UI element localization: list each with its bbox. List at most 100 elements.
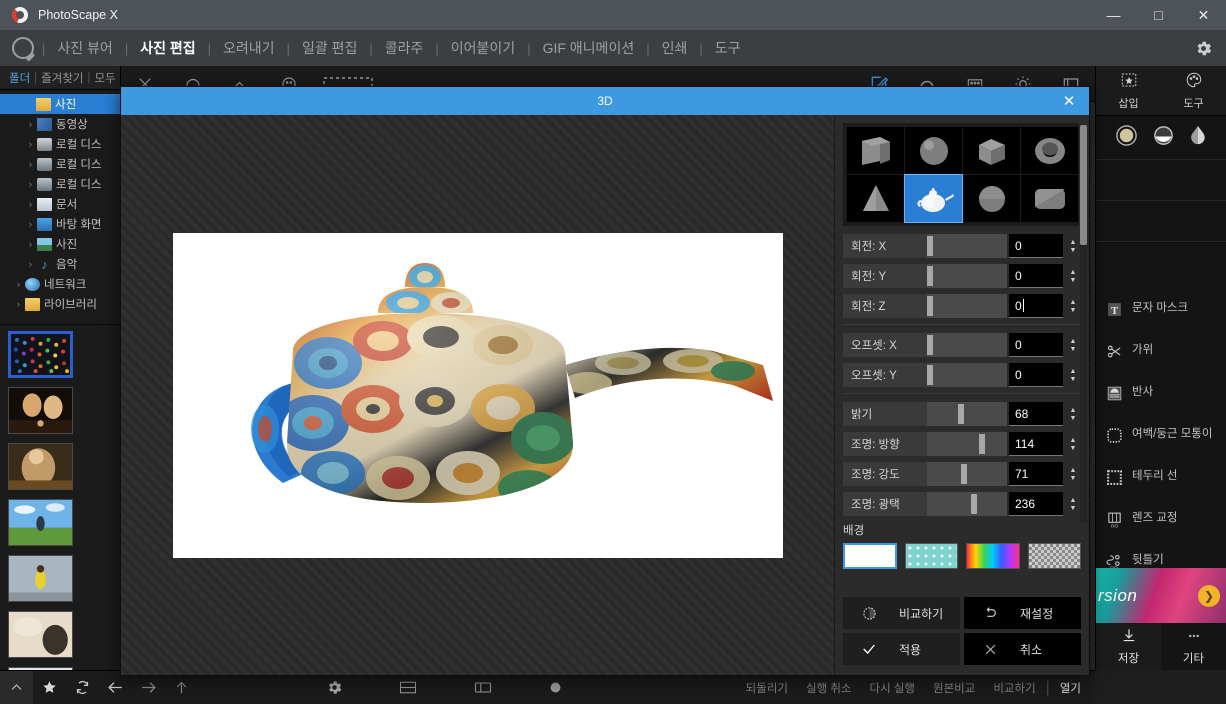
rotate-z-spinner[interactable]: ▲ ▼: [1065, 299, 1081, 314]
promo-next-arrow-icon[interactable]: ❯: [1198, 584, 1220, 607]
shape-rounded-rect[interactable]: [1021, 175, 1078, 222]
spinner-up-icon[interactable]: ▲: [1070, 239, 1077, 246]
redo-link[interactable]: 다시 실행: [862, 680, 924, 696]
thumbnail-children-candles[interactable]: [8, 387, 73, 434]
water-drop-icon[interactable]: [1189, 124, 1207, 152]
spinner-up-icon[interactable]: ▲: [1070, 407, 1077, 414]
tab-all[interactable]: 모두: [92, 70, 119, 86]
reset-button[interactable]: 재설정: [964, 597, 1081, 629]
spinner-up-icon[interactable]: ▲: [1070, 497, 1077, 504]
menu-item-cutout[interactable]: 오려내기: [213, 34, 285, 62]
thumbnail-mosaic[interactable]: [8, 331, 73, 378]
menu-item-batch-edit[interactable]: 일괄 편집: [292, 34, 367, 62]
rotate-x-thumb[interactable]: [927, 236, 933, 256]
tree-item-videos[interactable]: › 동영상: [0, 114, 120, 134]
spinner-down-icon[interactable]: ▼: [1070, 346, 1077, 353]
rotate-z-thumb[interactable]: [927, 296, 933, 316]
controls-scrollbar-thumb[interactable]: [1080, 125, 1087, 245]
rotate-x-spinner[interactable]: ▲ ▼: [1065, 239, 1081, 254]
brightness-thumb[interactable]: [958, 404, 964, 424]
light-gloss-track[interactable]: [927, 492, 1007, 516]
tab-tools[interactable]: 도구: [1161, 66, 1226, 115]
tree-item-music[interactable]: › ♪ 음악: [0, 254, 120, 274]
spinner-down-icon[interactable]: ▼: [1070, 475, 1077, 482]
chevron-right-icon[interactable]: ›: [24, 199, 37, 209]
bg-dots-teal-swatch[interactable]: [904, 543, 959, 569]
offset-y-thumb[interactable]: [927, 365, 933, 385]
shape-torus[interactable]: [1021, 127, 1078, 174]
thumbnail-field-jump[interactable]: [8, 499, 73, 546]
tree-item-documents[interactable]: › 문서: [0, 194, 120, 214]
thumbnail-beach[interactable]: [8, 611, 73, 658]
rotate-z-slider[interactable]: 회전: Z: [843, 294, 1007, 318]
tab-insert[interactable]: 삽입: [1096, 66, 1161, 115]
brightness-track[interactable]: [927, 402, 1007, 426]
shape-sphere[interactable]: [905, 127, 962, 174]
spinner-up-icon[interactable]: ▲: [1070, 437, 1077, 444]
spinner-down-icon[interactable]: ▼: [1070, 307, 1077, 314]
menu-item-collage[interactable]: 콜라주: [375, 34, 434, 62]
tree-item-photos-selected[interactable]: 사진: [0, 94, 120, 114]
menu-item-tools[interactable]: 도구: [705, 34, 751, 62]
sidebar-item-warp[interactable]: RO 뒷틀기: [1096, 540, 1226, 568]
offset-y-spinner[interactable]: ▲ ▼: [1065, 368, 1081, 383]
sidebar-item-border-line[interactable]: 테두리 선: [1096, 456, 1226, 498]
sidebar-item-text-mask[interactable]: T 문자 마스크: [1096, 288, 1226, 330]
chevron-right-icon[interactable]: ›: [24, 159, 37, 169]
rotate-y-value[interactable]: 0: [1009, 264, 1063, 288]
light-intensity-track[interactable]: [927, 462, 1007, 486]
shape-slab[interactable]: [847, 127, 904, 174]
light-gloss-thumb[interactable]: [971, 494, 977, 514]
chevron-right-icon[interactable]: ›: [12, 279, 25, 289]
save-button[interactable]: 저장: [1096, 623, 1161, 670]
thumbnail-girl-baby[interactable]: [8, 443, 73, 490]
tree-item-local-disk-3[interactable]: › 로컬 디스: [0, 174, 120, 194]
chevron-right-icon[interactable]: ›: [24, 259, 37, 269]
cancel-button[interactable]: 취소: [964, 633, 1081, 665]
spinner-up-icon[interactable]: ▲: [1070, 269, 1077, 276]
tab-favorites[interactable]: 즐겨찾기: [38, 70, 86, 86]
chevron-right-icon[interactable]: ›: [24, 239, 37, 249]
light-intensity-spinner[interactable]: ▲ ▼: [1065, 467, 1081, 482]
spinner-up-icon[interactable]: ▲: [1070, 368, 1077, 375]
light-direction-slider[interactable]: 조명: 방향: [843, 432, 1007, 456]
tree-item-local-disk-2[interactable]: › 로컬 디스: [0, 154, 120, 174]
light-gloss-value[interactable]: 236: [1009, 492, 1063, 516]
sidebar-item-lens-correction[interactable]: RO 렌즈 교정: [1096, 498, 1226, 540]
menu-item-photo-viewer[interactable]: 사진 뷰어: [47, 34, 122, 62]
spinner-up-icon[interactable]: ▲: [1070, 338, 1077, 345]
bg-rainbow-swatch[interactable]: [966, 543, 1020, 569]
spinner-down-icon[interactable]: ▼: [1070, 445, 1077, 452]
offset-x-slider[interactable]: 오프셋: X: [843, 333, 1007, 357]
tab-folders[interactable]: 폴더: [6, 70, 33, 86]
spinner-down-icon[interactable]: ▼: [1070, 376, 1077, 383]
close-button[interactable]: ✕: [1181, 0, 1226, 30]
3d-preview-area[interactable]: [121, 115, 834, 675]
undo-all-link[interactable]: 되돌리기: [738, 680, 796, 696]
offset-y-slider[interactable]: 오프셋: Y: [843, 363, 1007, 387]
spinner-up-icon[interactable]: ▲: [1070, 467, 1077, 474]
menu-item-combine[interactable]: 이어붙이기: [441, 34, 525, 62]
offset-y-track[interactable]: [927, 363, 1007, 387]
brightness-slider[interactable]: 밝기: [843, 402, 1007, 426]
undo-link[interactable]: 실행 취소: [798, 680, 860, 696]
chevron-up-icon[interactable]: [0, 671, 33, 704]
compare-button[interactable]: 비교하기: [843, 597, 960, 629]
tree-item-network[interactable]: › 네트워크: [0, 274, 120, 294]
shape-cone[interactable]: [847, 175, 904, 222]
rotate-y-spinner[interactable]: ▲ ▼: [1065, 269, 1081, 284]
settings-gear-icon[interactable]: [1192, 37, 1214, 59]
offset-y-value[interactable]: 0: [1009, 363, 1063, 387]
shape-teapot[interactable]: [904, 174, 963, 223]
rotate-y-track[interactable]: [927, 264, 1007, 288]
spinner-down-icon[interactable]: ▼: [1070, 247, 1077, 254]
menu-item-gif-animation[interactable]: GIF 애니메이션: [533, 34, 645, 62]
sidebar-item-reflection[interactable]: 반사: [1096, 372, 1226, 414]
chevron-right-icon[interactable]: ›: [24, 119, 37, 129]
compare-original-link[interactable]: 원본비교: [925, 680, 983, 696]
spinner-down-icon[interactable]: ▼: [1070, 505, 1077, 512]
compare-link[interactable]: 비교하기: [985, 680, 1043, 696]
bg-transparent-swatch[interactable]: [1027, 543, 1081, 569]
spinner-down-icon[interactable]: ▼: [1070, 277, 1077, 284]
tree-item-pictures[interactable]: › 사진: [0, 234, 120, 254]
